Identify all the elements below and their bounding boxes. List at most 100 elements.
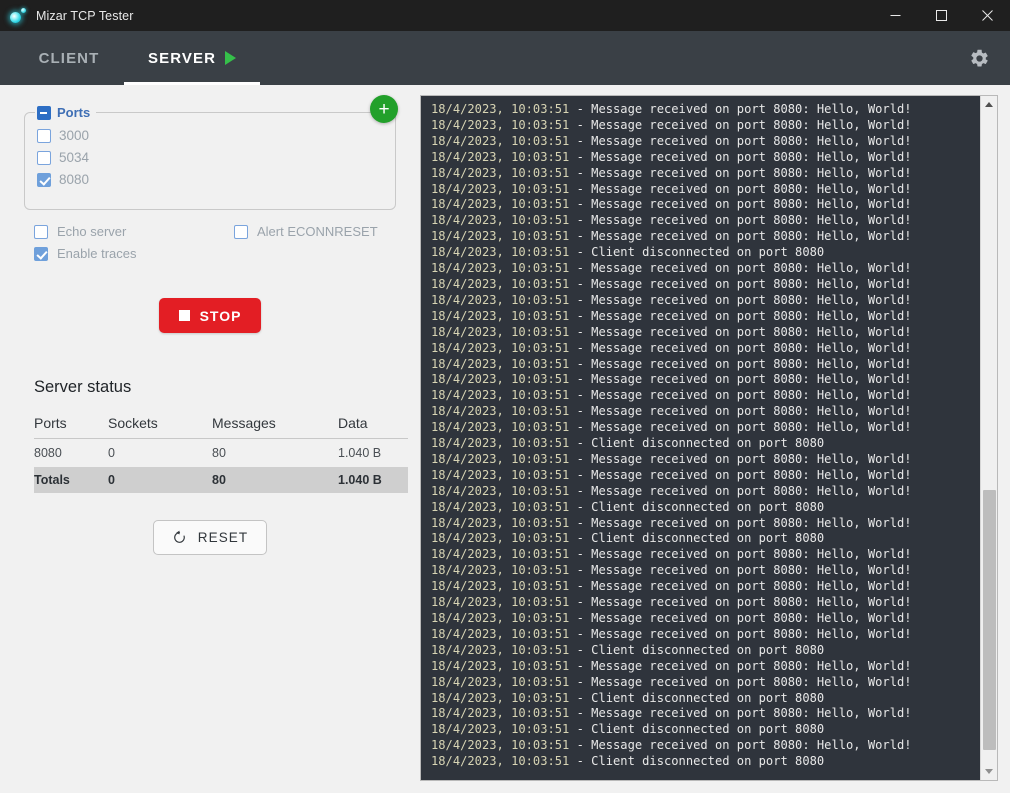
scroll-up-button[interactable] bbox=[981, 96, 998, 113]
tab-server[interactable]: SERVER bbox=[124, 31, 261, 85]
log-message: - Message received on port 8080: Hello, … bbox=[569, 467, 912, 482]
log-line: 18/4/2023, 10:03:51 - Message received o… bbox=[431, 309, 980, 325]
port-checkbox-5034[interactable] bbox=[37, 150, 51, 165]
log-message: - Message received on port 8080: Hello, … bbox=[569, 611, 912, 625]
stop-button[interactable]: STOP bbox=[158, 298, 262, 333]
log-line: 18/4/2023, 10:03:51 - Message received o… bbox=[431, 738, 980, 754]
log-message: - Message received on port 8080: Hello, … bbox=[569, 133, 912, 148]
ports-select-all-checkbox[interactable] bbox=[37, 105, 51, 120]
log-timestamp: 18/4/2023, 10:03:51 bbox=[431, 515, 570, 530]
alert-econnreset-checkbox[interactable] bbox=[234, 224, 248, 239]
echo-server-checkbox[interactable] bbox=[34, 224, 48, 239]
app-logo-icon bbox=[9, 7, 27, 25]
log-message: - Client disconnected on port 8080 bbox=[569, 690, 825, 705]
port-label-5034: 5034 bbox=[59, 150, 90, 165]
reset-button[interactable]: RESET bbox=[152, 520, 268, 555]
log-line: 18/4/2023, 10:03:51 - Client disconnecte… bbox=[431, 754, 980, 770]
cell-sockets: 0 bbox=[108, 446, 115, 460]
port-label-8080: 8080 bbox=[59, 172, 90, 187]
ports-fieldset: Ports 3000 5034 8080 bbox=[24, 105, 396, 210]
log-timestamp: 18/4/2023, 10:03:51 bbox=[431, 451, 570, 466]
table-row-totals: Totals 0 80 1.040 B bbox=[34, 467, 408, 493]
add-port-button[interactable]: + bbox=[370, 95, 398, 123]
log-message: - Message received on port 8080: Hello, … bbox=[569, 547, 912, 562]
log-message: - Message received on port 8080: Hello, … bbox=[569, 276, 912, 291]
log-line: 18/4/2023, 10:03:51 - Message received o… bbox=[431, 372, 980, 388]
log-line: 18/4/2023, 10:03:51 - Client disconnecte… bbox=[431, 643, 980, 659]
log-timestamp: 18/4/2023, 10:03:51 bbox=[431, 436, 570, 451]
log-line: 18/4/2023, 10:03:51 - Message received o… bbox=[431, 293, 980, 309]
log-line: 18/4/2023, 10:03:51 - Message received o… bbox=[431, 468, 980, 484]
log-line: 18/4/2023, 10:03:51 - Message received o… bbox=[431, 675, 980, 691]
log-line: 18/4/2023, 10:03:51 - Message received o… bbox=[431, 388, 980, 404]
minimize-icon[interactable] bbox=[872, 0, 918, 31]
log-message: - Client disconnected on port 8080 bbox=[569, 722, 825, 737]
log-message: - Message received on port 8080: Hello, … bbox=[569, 117, 912, 132]
play-icon bbox=[225, 51, 237, 65]
log-timestamp: 18/4/2023, 10:03:51 bbox=[431, 626, 570, 641]
log-timestamp: 18/4/2023, 10:03:51 bbox=[431, 324, 570, 339]
log-message: - Client disconnected on port 8080 bbox=[569, 642, 825, 657]
log-timestamp: 18/4/2023, 10:03:51 bbox=[431, 102, 570, 116]
log-line: 18/4/2023, 10:03:51 - Message received o… bbox=[431, 229, 980, 245]
log-line: 18/4/2023, 10:03:51 - Client disconnecte… bbox=[431, 531, 980, 547]
log-timestamp: 18/4/2023, 10:03:51 bbox=[431, 356, 570, 371]
log-message: - Message received on port 8080: Hello, … bbox=[569, 595, 912, 610]
option-echo-server[interactable]: Echo server bbox=[34, 224, 234, 239]
enable-traces-checkbox[interactable] bbox=[34, 246, 48, 261]
log-timestamp: 18/4/2023, 10:03:51 bbox=[431, 388, 570, 403]
log-timestamp: 18/4/2023, 10:03:51 bbox=[431, 292, 570, 307]
tab-client[interactable]: CLIENT bbox=[14, 31, 124, 85]
log-message: - Message received on port 8080: Hello, … bbox=[569, 165, 912, 180]
tab-client-label: CLIENT bbox=[38, 49, 100, 67]
log-line: 18/4/2023, 10:03:51 - Message received o… bbox=[431, 563, 980, 579]
log-line: 18/4/2023, 10:03:51 - Client disconnecte… bbox=[431, 691, 980, 707]
gear-icon bbox=[970, 49, 988, 67]
port-item-8080[interactable]: 8080 bbox=[35, 169, 385, 190]
ports-legend: Ports bbox=[35, 105, 96, 120]
log-line: 18/4/2023, 10:03:51 - Message received o… bbox=[431, 611, 980, 627]
option-enable-traces[interactable]: Enable traces bbox=[34, 246, 234, 261]
log-line: 18/4/2023, 10:03:51 - Client disconnecte… bbox=[431, 245, 980, 261]
server-options-column-right: Alert ECONNRESET bbox=[234, 224, 378, 261]
log-line: 18/4/2023, 10:03:51 - Message received o… bbox=[431, 579, 980, 595]
settings-button[interactable] bbox=[948, 31, 1010, 85]
log-message: - Message received on port 8080: Hello, … bbox=[569, 738, 912, 753]
port-item-5034[interactable]: 5034 bbox=[35, 147, 385, 168]
close-icon[interactable] bbox=[964, 0, 1010, 31]
cell-totals-label: Totals bbox=[34, 473, 70, 487]
scrollbar-thumb[interactable] bbox=[983, 490, 996, 750]
log-timestamp: 18/4/2023, 10:03:51 bbox=[431, 563, 570, 578]
refresh-icon bbox=[173, 530, 185, 543]
log-output[interactable]: 18/4/2023, 10:03:51 - Message received o… bbox=[421, 96, 980, 780]
log-line: 18/4/2023, 10:03:51 - Message received o… bbox=[431, 484, 980, 500]
log-timestamp: 18/4/2023, 10:03:51 bbox=[431, 117, 570, 132]
log-message: - Client disconnected on port 8080 bbox=[569, 754, 825, 769]
column-header-ports: Ports bbox=[34, 415, 108, 439]
log-line: 18/4/2023, 10:03:51 - Message received o… bbox=[431, 547, 980, 563]
port-checkbox-8080[interactable] bbox=[37, 172, 51, 187]
application-window: Mizar TCP Tester CLIENT SERVER Ports 300… bbox=[0, 0, 1010, 793]
scroll-down-button[interactable] bbox=[981, 763, 998, 780]
log-message: - Message received on port 8080: Hello, … bbox=[569, 420, 912, 435]
maximize-icon[interactable] bbox=[918, 0, 964, 31]
log-timestamp: 18/4/2023, 10:03:51 bbox=[431, 261, 570, 276]
log-timestamp: 18/4/2023, 10:03:51 bbox=[431, 181, 570, 196]
cell-totals-data: 1.040 B bbox=[338, 473, 382, 487]
window-title: Mizar TCP Tester bbox=[36, 8, 134, 23]
option-alert-econnreset[interactable]: Alert ECONNRESET bbox=[234, 224, 378, 239]
log-line: 18/4/2023, 10:03:51 - Client disconnecte… bbox=[431, 436, 980, 452]
enable-traces-label: Enable traces bbox=[57, 246, 137, 261]
port-checkbox-3000[interactable] bbox=[37, 128, 51, 143]
console-scrollbar[interactable] bbox=[980, 96, 997, 780]
server-status-table: Ports Sockets Messages Data 8080 0 80 1.… bbox=[34, 415, 408, 493]
log-console-panel: 18/4/2023, 10:03:51 - Message received o… bbox=[420, 95, 998, 781]
port-item-3000[interactable]: 3000 bbox=[35, 125, 385, 146]
log-line: 18/4/2023, 10:03:51 - Message received o… bbox=[431, 516, 980, 532]
table-header-row: Ports Sockets Messages Data bbox=[34, 415, 408, 439]
log-line: 18/4/2023, 10:03:51 - Message received o… bbox=[431, 357, 980, 373]
log-line: 18/4/2023, 10:03:51 - Message received o… bbox=[431, 452, 980, 468]
plus-icon: + bbox=[378, 98, 390, 120]
log-timestamp: 18/4/2023, 10:03:51 bbox=[431, 308, 570, 323]
cell-totals-messages: 80 bbox=[212, 473, 226, 487]
